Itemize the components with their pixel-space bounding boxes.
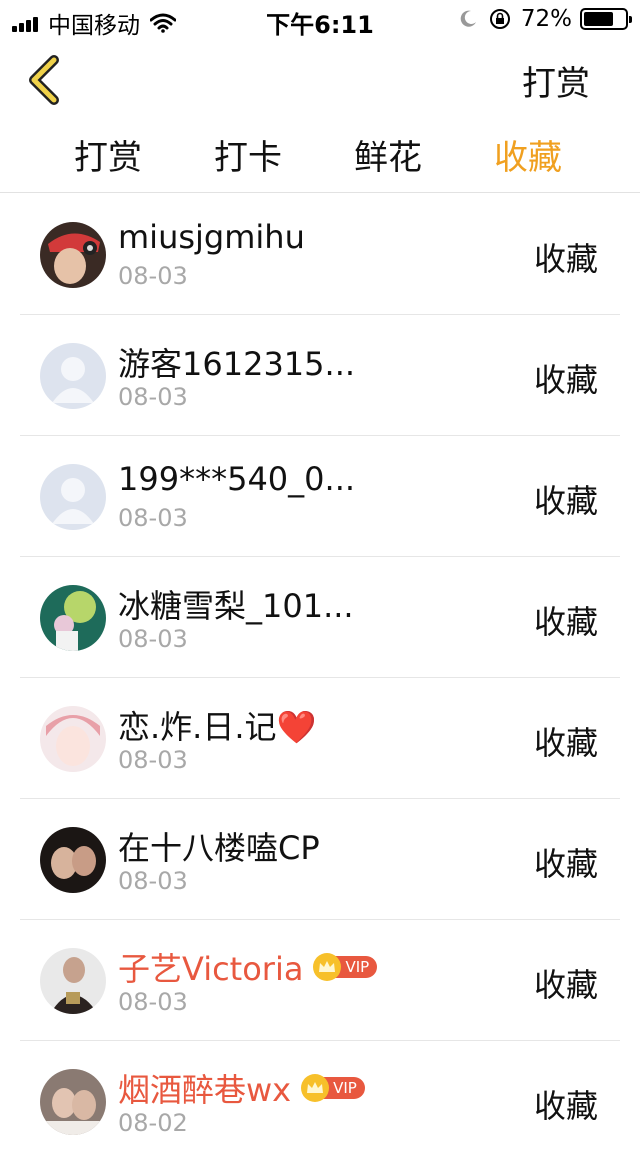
tab-bar: 打赏 打卡 鲜花 收藏: [0, 122, 640, 193]
moon-icon: [460, 10, 476, 27]
date-label: 08-03: [118, 262, 188, 290]
date-label: 08-03: [118, 504, 188, 532]
favorite-label: 收藏: [533, 603, 598, 641]
date-label: 08-03: [118, 746, 188, 774]
vip-badge: VIP: [313, 953, 378, 981]
list-item[interactable]: 子艺Victoria VIP 08-03 收藏: [20, 920, 620, 1041]
crown-icon: [301, 1074, 330, 1102]
tab-checkin[interactable]: 打卡: [178, 130, 318, 179]
favorite-label: 收藏: [533, 240, 598, 278]
date-label: 08-03: [118, 383, 188, 411]
tab-reward[interactable]: 打赏: [38, 130, 178, 179]
tab-flowers[interactable]: 鲜花: [318, 130, 458, 179]
user-name: 烟酒醉巷wx VIP: [118, 1065, 365, 1111]
tab-favorites[interactable]: 收藏: [458, 130, 598, 179]
avatar[interactable]: [40, 464, 106, 530]
favorite-label: 收藏: [533, 361, 598, 399]
favorite-label: 收藏: [533, 482, 598, 520]
reward-button[interactable]: 打赏: [522, 56, 590, 105]
date-label: 08-03: [118, 988, 188, 1016]
favorite-label: 收藏: [533, 845, 598, 883]
user-name: 子艺Victoria VIP: [118, 944, 378, 990]
user-name: 199***540_0...: [118, 460, 356, 498]
rotation-lock-icon: [489, 9, 510, 29]
favorite-label: 收藏: [533, 1087, 598, 1125]
list-item[interactable]: 游客1612315... 08-03 收藏: [20, 315, 620, 436]
battery-icon: [580, 8, 632, 30]
avatar[interactable]: [40, 706, 106, 772]
user-name: 冰糖雪梨_101...: [118, 587, 354, 625]
favorite-label: 收藏: [533, 724, 598, 762]
list-item[interactable]: 在十八楼嗑CP 08-03 收藏: [20, 799, 620, 920]
user-name: miusjgmihu: [118, 218, 305, 256]
avatar[interactable]: [40, 222, 106, 288]
avatar[interactable]: [40, 585, 106, 651]
battery-fill: [584, 12, 613, 26]
user-name: 在十八楼嗑CP: [118, 829, 320, 867]
user-list: miusjgmihu 08-03 收藏 游客1612315... 08-03 收…: [20, 194, 620, 1161]
list-item[interactable]: 恋.炸.日.记❤️ 08-03 收藏: [20, 678, 620, 799]
battery-percent: 72%: [520, 6, 572, 32]
list-item[interactable]: 199***540_0... 08-03 收藏: [20, 436, 620, 557]
vip-badge: VIP: [301, 1074, 365, 1102]
chevron-left-icon[interactable]: [22, 54, 66, 106]
status-right: 72%: [459, 6, 632, 32]
favorite-label: 收藏: [533, 966, 598, 1004]
date-label: 08-03: [118, 625, 188, 653]
avatar[interactable]: [40, 343, 106, 409]
avatar[interactable]: [40, 1069, 106, 1135]
list-item[interactable]: 冰糖雪梨_101... 08-03 收藏: [20, 557, 620, 678]
list-item[interactable]: 烟酒醉巷wx VIP 08-02 收藏: [20, 1041, 620, 1161]
date-label: 08-02: [118, 1109, 188, 1137]
status-bar: 中国移动 下午6:11 72%: [0, 0, 640, 40]
user-name: 游客1612315...: [118, 345, 356, 383]
avatar[interactable]: [40, 827, 106, 893]
date-label: 08-03: [118, 867, 188, 895]
nav-bar: 打赏: [0, 40, 640, 120]
user-name: 恋.炸.日.记❤️: [118, 708, 317, 746]
list-item[interactable]: miusjgmihu 08-03 收藏: [20, 194, 620, 315]
avatar[interactable]: [40, 948, 106, 1014]
